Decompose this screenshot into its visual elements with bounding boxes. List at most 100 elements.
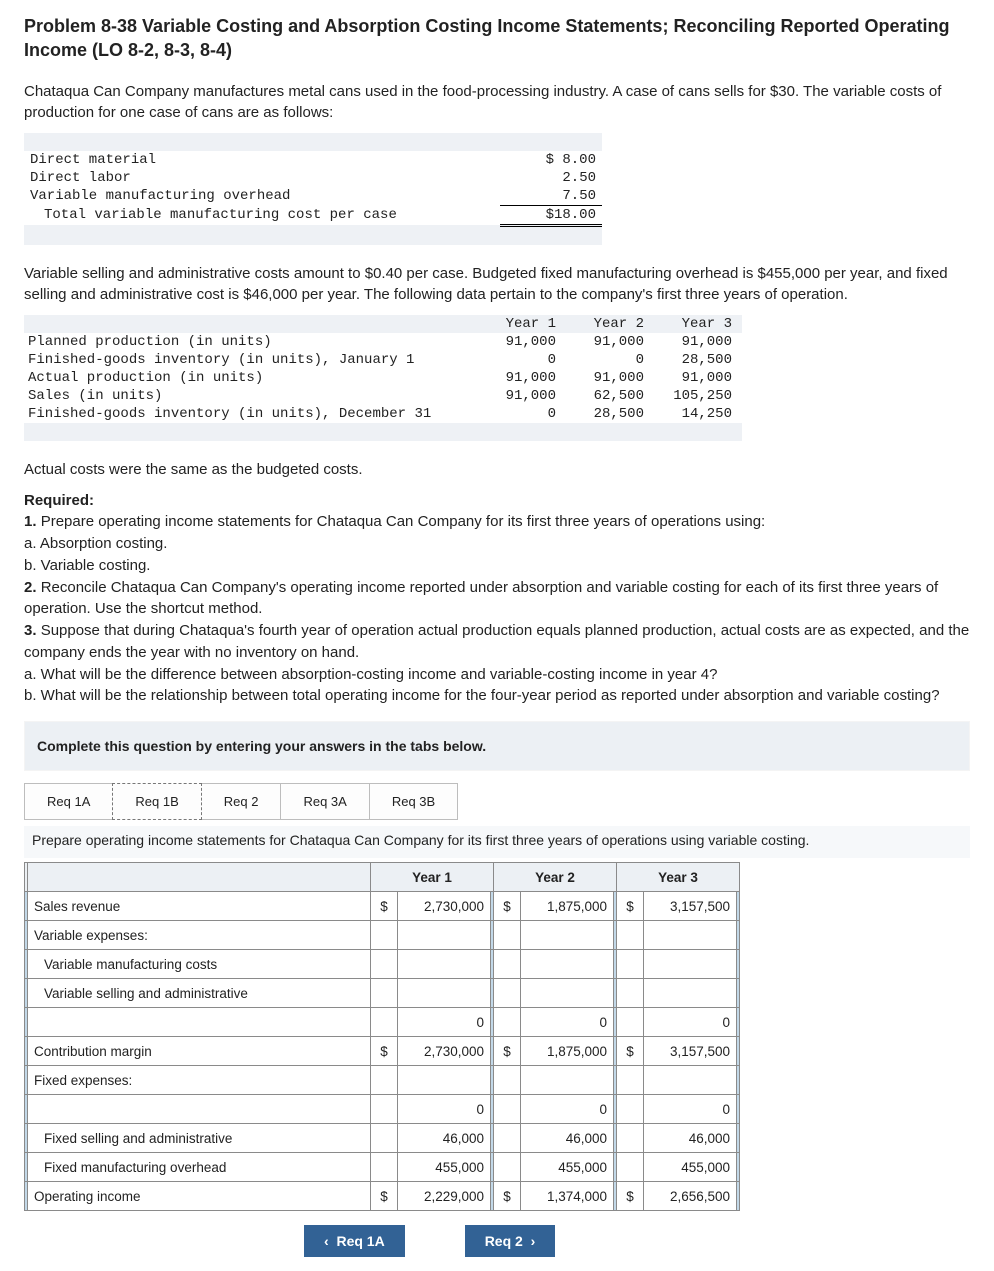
chevron-right-icon: › <box>531 1233 536 1249</box>
answer-cell[interactable] <box>644 921 737 950</box>
data-cell: 91,000 <box>478 333 566 351</box>
years-data-table: Year 1Year 2Year 3 Planned production (i… <box>24 315 742 441</box>
prev-label: Req 1A <box>336 1233 384 1249</box>
answer-cell[interactable]: 46,000 <box>521 1124 614 1153</box>
data-cell: 91,000 <box>654 369 742 387</box>
answer-cell[interactable] <box>521 921 614 950</box>
data-cell: 0 <box>478 351 566 369</box>
answer-cell[interactable] <box>644 950 737 979</box>
tab-req-3a[interactable]: Req 3A <box>280 783 369 820</box>
req-1b: b. Variable costing. <box>24 557 150 574</box>
answer-cell[interactable] <box>521 950 614 979</box>
cost-row-label: Direct labor <box>24 169 500 187</box>
answer-table: Year 1 Year 2 Year 3 Sales revenue $2,73… <box>24 862 740 1211</box>
answer-cell[interactable]: 2,730,000 <box>398 1037 491 1066</box>
paragraph-2: Variable selling and administrative cost… <box>24 263 970 305</box>
answer-cell[interactable] <box>521 979 614 1008</box>
tab-req-3b[interactable]: Req 3B <box>369 783 458 820</box>
data-cell: 105,250 <box>654 387 742 405</box>
next-tab-button[interactable]: Req 2 › <box>465 1225 556 1257</box>
answer-row-label: Variable expenses: <box>28 921 371 950</box>
answer-row-label[interactable]: Fixed selling and administrative <box>28 1124 371 1153</box>
data-cell: 91,000 <box>478 387 566 405</box>
data-cell: 91,000 <box>478 369 566 387</box>
tab-req-2[interactable]: Req 2 <box>201 783 282 820</box>
answer-row-label[interactable] <box>28 1095 371 1124</box>
answer-cell[interactable] <box>398 1066 491 1095</box>
answer-cell[interactable] <box>398 979 491 1008</box>
answer-row-label[interactable]: Variable selling and administrative <box>28 979 371 1008</box>
requirements-block: Required: 1. Prepare operating income st… <box>24 490 970 708</box>
paragraph-3: Actual costs were the same as the budget… <box>24 459 970 480</box>
answer-cell[interactable]: 1,875,000 <box>521 892 614 921</box>
data-cell: 91,000 <box>566 369 654 387</box>
page-title: Problem 8-38 Variable Costing and Absorp… <box>24 14 970 63</box>
answer-cell[interactable]: 46,000 <box>644 1124 737 1153</box>
currency-symbol: $ <box>617 1037 644 1066</box>
answer-cell[interactable]: 2,730,000 <box>398 892 491 921</box>
answer-cell[interactable]: 0 <box>521 1008 614 1037</box>
answer-cell[interactable]: 0 <box>398 1095 491 1124</box>
data-cell: 14,250 <box>654 405 742 423</box>
tab-req-1a[interactable]: Req 1A <box>24 783 113 820</box>
data-cell: 28,500 <box>566 405 654 423</box>
prev-tab-button[interactable]: ‹ Req 1A <box>304 1225 405 1257</box>
intro-paragraph: Chataqua Can Company manufactures metal … <box>24 81 970 123</box>
answer-cell[interactable]: 455,000 <box>398 1153 491 1182</box>
data-cell: 91,000 <box>566 333 654 351</box>
answer-row-label[interactable] <box>28 1008 371 1037</box>
answer-cell[interactable]: 455,000 <box>521 1153 614 1182</box>
answer-cell[interactable]: 3,157,500 <box>644 892 737 921</box>
answer-cell[interactable] <box>644 1066 737 1095</box>
data-cell: 0 <box>566 351 654 369</box>
cost-row-value: 2.50 <box>500 169 602 187</box>
currency-symbol: $ <box>494 892 521 921</box>
answer-cell[interactable]: 2,229,000 <box>398 1182 491 1211</box>
year-header: Year 3 <box>654 315 742 333</box>
data-cell: 62,500 <box>566 387 654 405</box>
answer-cell[interactable]: 1,374,000 <box>521 1182 614 1211</box>
tab-instruction: Prepare operating income statements for … <box>24 826 970 858</box>
answer-cell[interactable]: 0 <box>521 1095 614 1124</box>
answer-row-label[interactable]: Fixed manufacturing overhead <box>28 1153 371 1182</box>
currency-symbol: $ <box>371 892 398 921</box>
answer-cell[interactable]: 0 <box>644 1095 737 1124</box>
answer-cell[interactable]: 0 <box>644 1008 737 1037</box>
req-2: Reconcile Chataqua Can Company's operati… <box>24 579 938 618</box>
answer-row-label[interactable]: Sales revenue <box>28 892 371 921</box>
currency-symbol: $ <box>371 1037 398 1066</box>
cost-table: Direct material$ 8.00 Direct labor2.50 V… <box>24 133 602 245</box>
answer-row-label: Fixed expenses: <box>28 1066 371 1095</box>
answer-cell[interactable] <box>644 979 737 1008</box>
cost-row-label: Total variable manufacturing cost per ca… <box>24 205 500 225</box>
data-cell: 28,500 <box>654 351 742 369</box>
required-header: Required: <box>24 492 94 509</box>
req-1a: a. Absorption costing. <box>24 535 167 552</box>
answer-row-label[interactable]: Contribution margin <box>28 1037 371 1066</box>
year-header: Year 1 <box>478 315 566 333</box>
req-3b: b. What will be the relationship between… <box>24 687 940 704</box>
chevron-left-icon: ‹ <box>324 1233 329 1249</box>
answer-cell[interactable] <box>521 1066 614 1095</box>
answer-row-label[interactable]: Operating income <box>28 1182 371 1211</box>
cost-row-value: $18.00 <box>500 205 602 225</box>
answer-row-label[interactable]: Variable manufacturing costs <box>28 950 371 979</box>
answer-cell[interactable] <box>398 921 491 950</box>
answer-year-header: Year 2 <box>494 863 617 892</box>
answer-cell[interactable]: 455,000 <box>644 1153 737 1182</box>
answer-cell[interactable]: 0 <box>398 1008 491 1037</box>
tab-row: Req 1A Req 1B Req 2 Req 3A Req 3B <box>24 783 970 820</box>
tab-req-1b[interactable]: Req 1B <box>112 783 201 820</box>
answer-cell[interactable]: 3,157,500 <box>644 1037 737 1066</box>
currency-symbol: $ <box>617 892 644 921</box>
answer-cell[interactable]: 46,000 <box>398 1124 491 1153</box>
answer-year-header: Year 3 <box>617 863 740 892</box>
instruction-bar: Complete this question by entering your … <box>24 721 970 771</box>
answer-cell[interactable]: 1,875,000 <box>521 1037 614 1066</box>
answer-cell[interactable]: 2,656,500 <box>644 1182 737 1211</box>
answer-cell[interactable] <box>398 950 491 979</box>
req-1: Prepare operating income statements for … <box>41 513 766 530</box>
cost-row-value: $ 8.00 <box>500 151 602 169</box>
currency-symbol: $ <box>371 1182 398 1211</box>
cost-row-value: 7.50 <box>500 187 602 206</box>
